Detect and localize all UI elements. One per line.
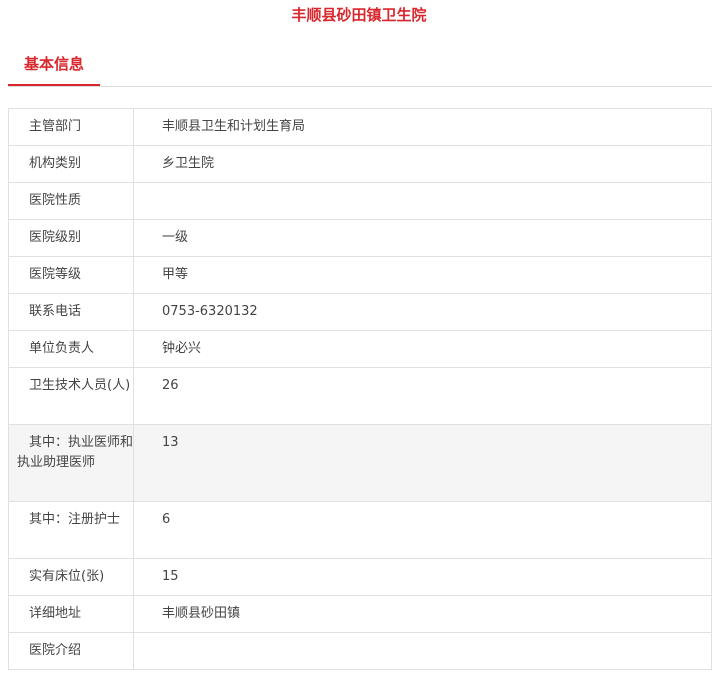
- row-value: 0753-6320132: [133, 293, 712, 331]
- row-value: 丰顺县砂田镇: [133, 595, 712, 633]
- row-label: 详细地址: [8, 595, 134, 633]
- table-row: 联系电话 0753-6320132: [8, 293, 712, 331]
- row-label: 单位负责人: [8, 330, 134, 368]
- row-label: 其中：执业医师和执业助理医师: [8, 424, 134, 502]
- table-row: 医院介绍: [8, 632, 712, 670]
- info-table: 主管部门 丰顺县卫生和计划生育局 机构类别 乡卫生院 医院性质 医院级别 一级 …: [8, 108, 712, 670]
- row-label: 主管部门: [8, 108, 134, 146]
- tab-basic-info[interactable]: 基本信息: [8, 46, 100, 86]
- row-value: 甲等: [133, 256, 712, 294]
- table-row: 主管部门 丰顺县卫生和计划生育局: [8, 108, 712, 146]
- table-row: 单位负责人 钟必兴: [8, 330, 712, 368]
- row-value: 6: [133, 501, 712, 559]
- row-label: 实有床位(张): [8, 558, 134, 596]
- row-label: 联系电话: [8, 293, 134, 331]
- table-row: 医院性质: [8, 182, 712, 220]
- row-label: 医院性质: [8, 182, 134, 220]
- table-row: 实有床位(张) 15: [8, 558, 712, 596]
- row-label: 医院等级: [8, 256, 134, 294]
- page-title: 丰顺县砂田镇卫生院: [291, 6, 427, 24]
- row-value: [133, 182, 712, 220]
- tab-bar: 基本信息: [8, 46, 712, 87]
- row-label: 其中：注册护士: [8, 501, 134, 559]
- table-row: 卫生技术人员(人) 26: [8, 367, 712, 425]
- row-label: 医院级别: [8, 219, 134, 257]
- row-label: 机构类别: [8, 145, 134, 183]
- row-value: 一级: [133, 219, 712, 257]
- table-row: 医院级别 一级: [8, 219, 712, 257]
- row-value: 15: [133, 558, 712, 596]
- row-value: 丰顺县卫生和计划生育局: [133, 108, 712, 146]
- row-value: 13: [133, 424, 712, 502]
- row-label: 卫生技术人员(人): [8, 367, 134, 425]
- row-label: 医院介绍: [8, 632, 134, 670]
- row-value: 钟必兴: [133, 330, 712, 368]
- table-row: 其中：执业医师和执业助理医师 13: [8, 424, 712, 502]
- row-value: 26: [133, 367, 712, 425]
- table-row: 其中：注册护士 6: [8, 501, 712, 559]
- row-value: 乡卫生院: [133, 145, 712, 183]
- table-row: 详细地址 丰顺县砂田镇: [8, 595, 712, 633]
- table-row: 医院等级 甲等: [8, 256, 712, 294]
- row-value: [133, 632, 712, 670]
- table-row: 机构类别 乡卫生院: [8, 145, 712, 183]
